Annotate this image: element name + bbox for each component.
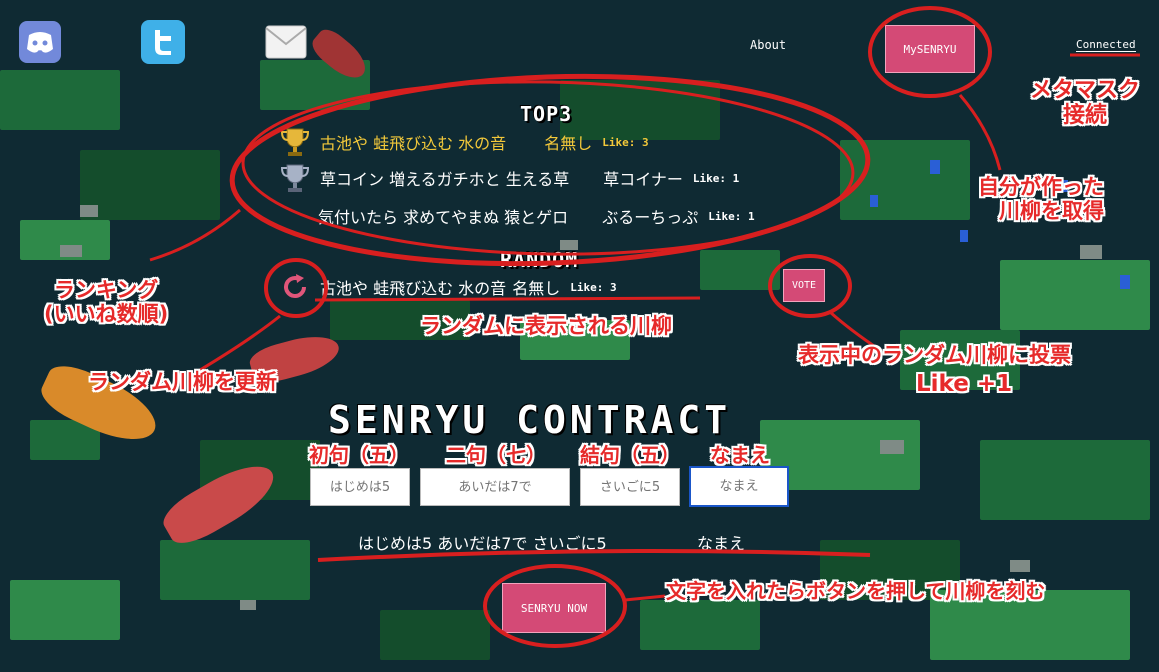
- discord-button[interactable]: [18, 20, 62, 64]
- top3-like-count: Like: 3: [602, 135, 649, 149]
- name-input[interactable]: [689, 466, 789, 507]
- random-poem: 古池や 蛙飛び込む 水の音: [320, 279, 507, 298]
- random-author: 名無し: [512, 279, 561, 298]
- top3-entry-3: 気付いたら 求めてやまぬ 猿とゲロ ぶるーちっぷ Like: 1: [318, 204, 755, 228]
- annotation-random-shown: ランダムに表示される川柳: [420, 314, 672, 338]
- refresh-icon[interactable]: [280, 272, 310, 302]
- field-label-middle: 二句（七）: [446, 443, 546, 467]
- random-title: RANDOM: [500, 248, 579, 272]
- top3-like-count: Like: 1: [708, 209, 755, 223]
- about-link[interactable]: About: [750, 38, 786, 52]
- random-entry: 古池や 蛙飛び込む 水の音 名無し Like: 3: [280, 272, 617, 302]
- mail-button[interactable]: [264, 20, 308, 64]
- top3-title: TOP3: [520, 102, 573, 126]
- random-like-count: Like: 3: [570, 280, 617, 294]
- top3-author: 名無し: [544, 134, 593, 153]
- name-preview: なまえ: [697, 534, 746, 553]
- mysenryu-button[interactable]: MySENRYU: [885, 25, 975, 73]
- contract-title: SENRYU CONTRACT: [328, 398, 732, 442]
- annotation-refresh: ランダム川柳を更新: [88, 370, 277, 394]
- top3-poem: 草コイン 増えるガチホと 生える草: [320, 170, 570, 189]
- field-label-last: 結句（五）: [580, 443, 680, 467]
- mail-icon: [265, 25, 307, 59]
- senryu-now-button[interactable]: SENRYU NOW: [502, 583, 606, 633]
- gold-trophy-icon: [280, 128, 310, 156]
- field-label-first: 初句（五）: [309, 443, 409, 467]
- discord-icon: [19, 21, 61, 63]
- top3-author: ぶるーちっぷ: [602, 208, 699, 227]
- top3-author: 草コイナー: [603, 170, 683, 189]
- annotation-vote: 表示中のランダム川柳に投票: [798, 343, 1071, 367]
- top3-entry-2: 草コイン 増えるガチホと 生える草 草コイナー Like: 1: [280, 162, 739, 194]
- annotation-my-senryu: 自分が作った 川柳を取得: [978, 175, 1104, 224]
- annotation-ranking: ランキング (いいね数順): [44, 278, 169, 327]
- silver-trophy-icon: [280, 164, 310, 192]
- field-label-name: なまえ: [710, 443, 770, 467]
- senryu-preview: はじめは5 あいだは7で さいごに5: [358, 534, 607, 553]
- last-line-input[interactable]: [580, 468, 680, 506]
- annotation-vote-like: Like +1: [916, 371, 1013, 397]
- twitter-button[interactable]: [141, 20, 185, 64]
- top3-entry-1: 古池や 蛙飛び込む 水の音 名無し Like: 3: [280, 126, 649, 158]
- top3-poem: 気付いたら 求めてやまぬ 猿とゲロ: [318, 208, 569, 227]
- middle-line-input[interactable]: [420, 468, 570, 506]
- twitter-icon: [141, 20, 185, 64]
- top3-like-count: Like: 1: [692, 171, 740, 185]
- top3-poem: 古池や 蛙飛び込む 水の音: [320, 134, 507, 153]
- annotation-metamask: メタマスク 接続: [1030, 78, 1141, 129]
- first-line-input[interactable]: [310, 468, 410, 506]
- annotation-submit: 文字を入れたらボタンを押して川柳を刻む: [666, 579, 1046, 603]
- connect-wallet-button[interactable]: Connected: [1076, 38, 1136, 52]
- vote-button[interactable]: VOTE: [783, 269, 825, 302]
